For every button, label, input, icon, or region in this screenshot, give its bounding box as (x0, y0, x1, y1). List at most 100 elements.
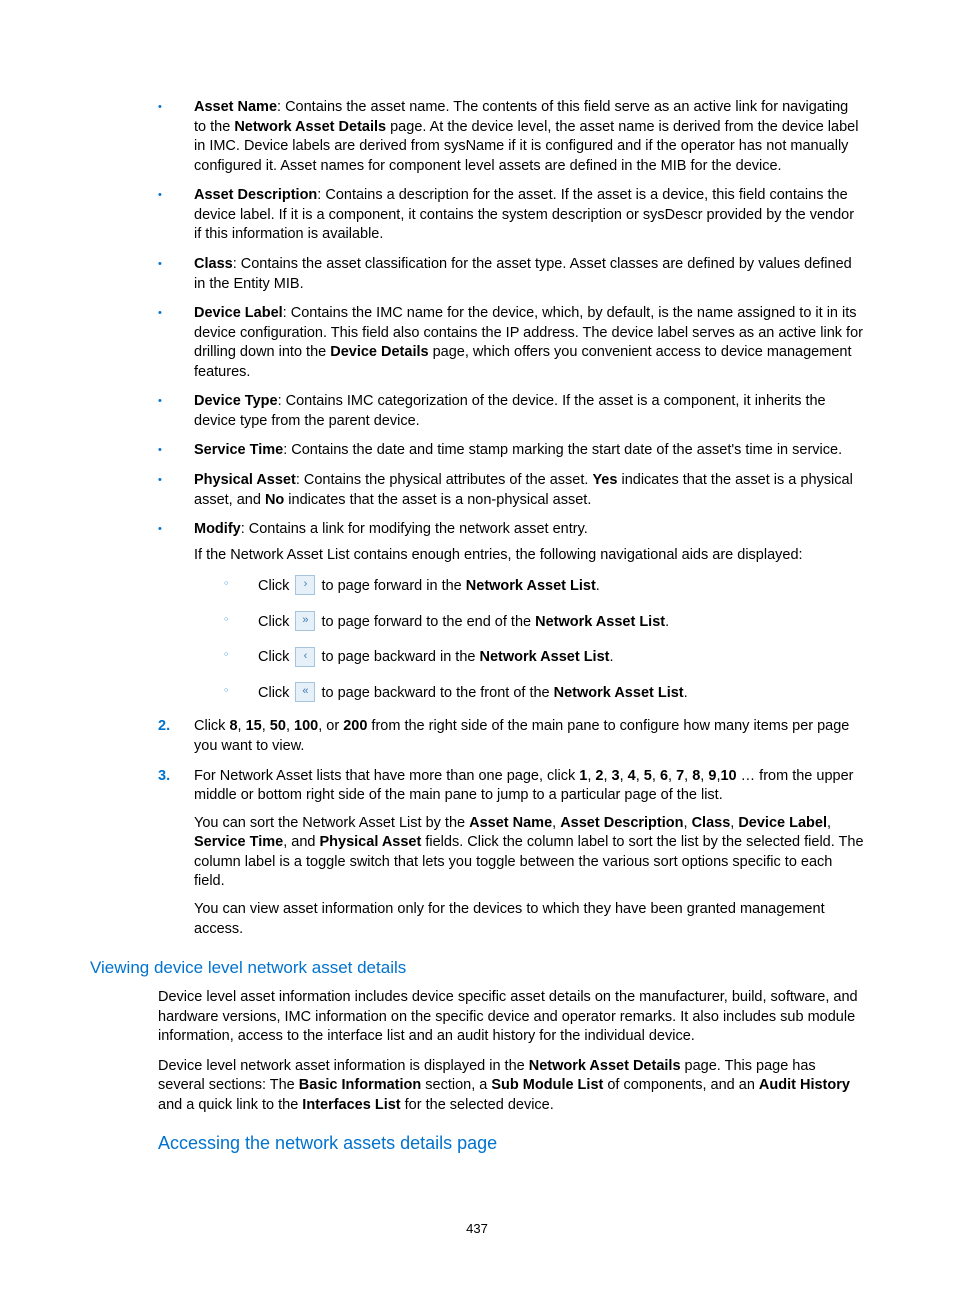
text: , (603, 768, 611, 784)
text: to page backward in the (317, 649, 479, 665)
text: , (238, 718, 246, 734)
numbered-steps: 2. Click 8, 15, 50, 100, or 200 from the… (158, 717, 864, 939)
bold-inline: 50 (270, 718, 286, 734)
bold-inline: 6 (660, 768, 668, 784)
text: of components, and an (603, 1077, 759, 1093)
page-next-icon: › (295, 575, 315, 595)
bold-inline: 4 (628, 768, 636, 784)
page-prev-icon: ‹ (295, 647, 315, 667)
term: Asset Name (194, 99, 277, 115)
bold-inline: No (265, 492, 284, 508)
text: , (262, 718, 270, 734)
text: Click (258, 685, 293, 701)
text: . (596, 578, 600, 594)
list-item-modify: Modify: Contains a link for modifying th… (158, 520, 864, 707)
bold-inline: Network Asset List (479, 649, 609, 665)
term: Device Label (194, 305, 283, 321)
bold-inline: Network Asset List (535, 614, 665, 630)
text: : Contains the physical attributes of th… (296, 472, 593, 488)
text: . (609, 649, 613, 665)
text: . (665, 614, 669, 630)
bold-inline: 15 (246, 718, 262, 734)
bold-inline: Asset Description (560, 815, 683, 831)
bold-inline: Class (692, 815, 731, 831)
term: Asset Description (194, 187, 317, 203)
paragraph: You can sort the Network Asset List by t… (194, 814, 864, 892)
text: and a quick link to the (158, 1097, 302, 1113)
text: , (636, 768, 644, 784)
paragraph: Device level asset information includes … (158, 988, 864, 1047)
text: to page backward to the front of the (317, 685, 553, 701)
bold-inline: 100 (294, 718, 318, 734)
text: Click (258, 614, 293, 630)
text: to page forward to the end of the (317, 614, 535, 630)
text: , (620, 768, 628, 784)
bold-inline: Network Asset List (554, 685, 684, 701)
paragraph: For Network Asset lists that have more t… (194, 767, 864, 806)
bold-inline: Service Time (194, 834, 283, 850)
list-item: Device Label: Contains the IMC name for … (158, 304, 864, 382)
text: , and (283, 834, 319, 850)
paragraph: Device level network asset information i… (158, 1057, 864, 1116)
term: Physical Asset (194, 472, 296, 488)
bold-inline: Audit History (759, 1077, 850, 1093)
step-2: 2. Click 8, 15, 50, 100, or 200 from the… (158, 717, 864, 756)
text: , (684, 815, 692, 831)
page-content: Asset Name: Contains the asset name. The… (90, 98, 864, 1156)
paragraph: Click 8, 15, 50, 100, or 200 from the ri… (194, 717, 864, 756)
page-last-icon: » (295, 611, 315, 631)
text: : Contains a link for modifying the netw… (241, 521, 588, 537)
page-first-icon: « (295, 682, 315, 702)
text: Click (258, 578, 293, 594)
text: section, a (421, 1077, 491, 1093)
bold-inline: 5 (644, 768, 652, 784)
text: , (286, 718, 294, 734)
text: , or (318, 718, 343, 734)
bold-inline: Network Asset Details (529, 1058, 681, 1074)
bold-inline: Yes (592, 472, 617, 488)
text: : Contains IMC categorization of the dev… (194, 393, 826, 429)
list-item: Class: Contains the asset classification… (158, 255, 864, 294)
text: indicates that the asset is a non-physic… (284, 492, 591, 508)
list-item: Service Time: Contains the date and time… (158, 441, 864, 461)
text: : Contains the asset classification for … (194, 256, 852, 292)
page-numbers: 1, 2, 3, 4, 5, 6, 7, 8, 9,10 (579, 768, 736, 784)
term: Service Time (194, 442, 283, 458)
page-number: 437 (0, 1221, 954, 1236)
nav-aid-item: Click « to page backward to the front of… (224, 680, 864, 708)
bold-inline: 200 (343, 718, 367, 734)
nav-aid-item: Click » to page forward to the end of th… (224, 609, 864, 637)
bold-inline: Asset Name (469, 815, 552, 831)
text: : Contains the date and time stamp marki… (283, 442, 842, 458)
bold-inline: Sub Module List (491, 1077, 603, 1093)
paragraph: You can view asset information only for … (194, 900, 864, 939)
bold-inline: 10 (720, 768, 736, 784)
nav-aid-item: Click ‹ to page backward in the Network … (224, 644, 864, 672)
bold-inline: 3 (612, 768, 620, 784)
step-3: 3. For Network Asset lists that have mor… (158, 767, 864, 940)
text: Click (258, 649, 293, 665)
text: . (684, 685, 688, 701)
bold-inline: Device Details (330, 344, 428, 360)
bold-inline: Device Label (738, 815, 827, 831)
text: , (668, 768, 676, 784)
section-heading: Viewing device level network asset detai… (90, 957, 864, 980)
nav-aid-list: Click › to page forward in the Network A… (224, 573, 864, 707)
field-definitions-list: Asset Name: Contains the asset name. The… (158, 98, 864, 707)
term: Class (194, 256, 233, 272)
bold-inline: Basic Information (299, 1077, 421, 1093)
document-page: Asset Name: Contains the asset name. The… (0, 0, 954, 1296)
term: Device Type (194, 393, 278, 409)
text: to page forward in the (317, 578, 465, 594)
bold-inline: 7 (676, 768, 684, 784)
list-item: Physical Asset: Contains the physical at… (158, 471, 864, 510)
text: , (827, 815, 831, 831)
subsection-heading: Accessing the network assets details pag… (158, 1131, 864, 1155)
list-item: Device Type: Contains IMC categorization… (158, 392, 864, 431)
bold-inline: Interfaces List (302, 1097, 400, 1113)
bold-inline: Physical Asset (320, 834, 422, 850)
paragraph: If the Network Asset List contains enoug… (194, 546, 864, 566)
bold-inline: 8 (229, 718, 237, 734)
bold-inline: Network Asset Details (234, 119, 386, 135)
text: You can sort the Network Asset List by t… (194, 815, 469, 831)
